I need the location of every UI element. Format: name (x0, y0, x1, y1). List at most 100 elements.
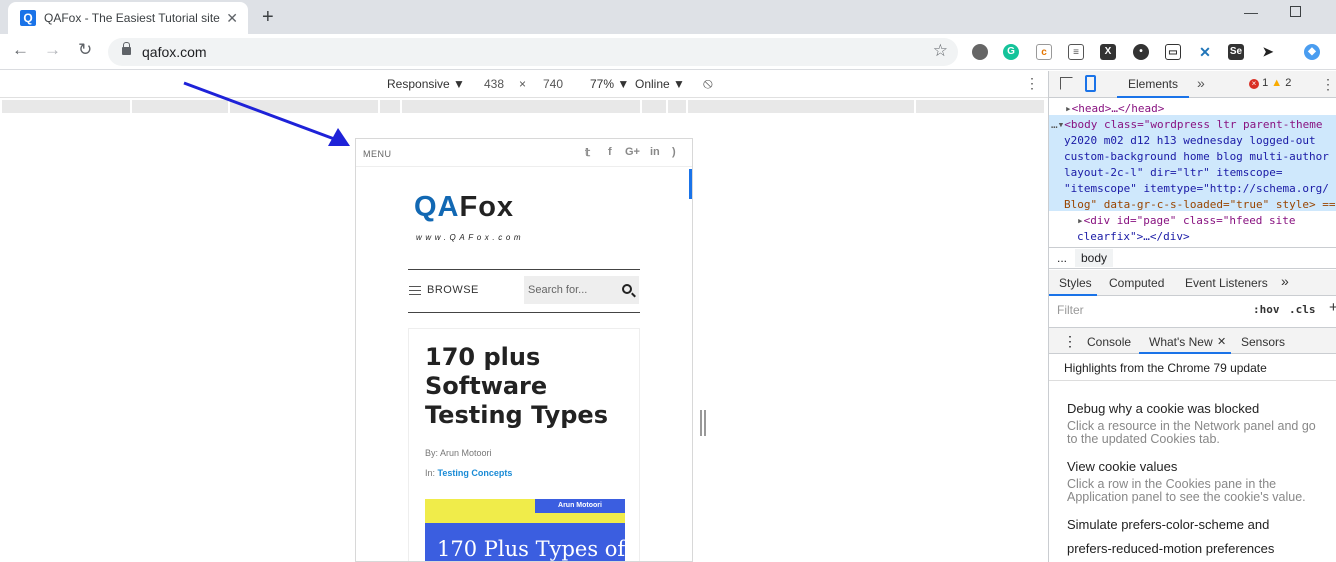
drawer-tab-bar: ⋮ Console What's New ✕ Sensors (1049, 327, 1336, 354)
dom-body-line: y2020 m02 d12 h13 wednesday logged-out (1064, 133, 1336, 149)
inspect-element-icon[interactable] (1060, 77, 1073, 90)
window-extension-icon[interactable]: ▭ (1165, 44, 1181, 60)
whats-new-item-title[interactable]: Debug why a cookie was blocked (1067, 401, 1259, 416)
post-title[interactable]: 170 plus Software Testing Types (425, 343, 635, 430)
google-plus-icon[interactable]: G+ (625, 146, 640, 158)
cls-toggle[interactable]: .cls (1289, 303, 1316, 316)
device-width-input[interactable]: 438 (484, 77, 504, 91)
bookmark-star-icon[interactable]: ☆ (933, 41, 948, 61)
zoom-select[interactable]: 77% ▼ (590, 77, 629, 91)
selenium-ide-icon[interactable]: Se (1228, 44, 1244, 60)
reload-icon[interactable]: ↻ (78, 40, 92, 60)
search-placeholder: Search for... (528, 284, 588, 296)
url-text[interactable]: qafox.com (142, 44, 207, 60)
site-top-bar: MENU 𝕥 f G+ in ) (356, 139, 692, 167)
menu-link[interactable]: MENU (363, 149, 392, 159)
tab-computed[interactable]: Computed (1109, 276, 1164, 290)
post-card: 170 plus Software Testing Types By: Arun… (408, 328, 640, 561)
rss-icon[interactable]: ) (672, 146, 676, 158)
document-icon[interactable]: ≡ (1068, 44, 1084, 60)
head-tag: <head>…</head> (1071, 102, 1165, 115)
back-arrow-icon[interactable]: ← (12, 40, 29, 60)
whats-new-item-title-cont: prefers-reduced-motion preferences (1067, 541, 1275, 556)
rotate-icon[interactable]: ⦸ (703, 75, 713, 92)
drawer-menu-icon[interactable]: ⋮ (1063, 333, 1077, 350)
browser-tab[interactable]: Q QAFox - The Easiest Tutorial site ✕ (8, 2, 248, 34)
ruler-segment[interactable] (2, 100, 132, 113)
dom-body-line: "itemscope" itemtype="http://schema.org/ (1064, 181, 1336, 197)
facebook-icon[interactable]: f (608, 146, 612, 158)
dot-extension-icon[interactable]: • (1133, 44, 1149, 60)
search-icon[interactable] (622, 284, 632, 294)
tab-styles[interactable]: Styles (1059, 276, 1092, 290)
grammarly-icon[interactable]: G (1003, 44, 1019, 60)
x-extension-icon[interactable]: X (1100, 44, 1116, 60)
div-line-text: <div id="page" class="hfeed site (1083, 214, 1296, 227)
new-style-rule-button[interactable]: + (1329, 299, 1336, 316)
breadcrumb-overflow[interactable]: ... (1057, 251, 1067, 265)
emulated-device-screen: MENU 𝕥 f G+ in ) QAFox www.QAFox.com BRO… (355, 138, 693, 562)
extension-circle-icon[interactable] (972, 44, 988, 60)
cross-extension-icon[interactable]: ✕ (1197, 44, 1213, 60)
dom-div-line: clearfix">…</div> (1077, 229, 1336, 245)
network-throttle-select[interactable]: Online ▼ (635, 77, 685, 91)
more-tabs-icon[interactable]: » (1197, 75, 1205, 91)
issues-counter[interactable]: × 1 ▲ 2 (1249, 77, 1291, 89)
minimize-icon[interactable]: — (1244, 4, 1258, 20)
device-toolbar-menu-icon[interactable]: ⋮ (1025, 75, 1039, 92)
dom-body-line: …▾<body class="wordpress ltr parent-them… (1051, 118, 1323, 131)
category-link[interactable]: Testing Concepts (438, 468, 513, 478)
profile-avatar-icon[interactable]: ◆ (1304, 44, 1320, 60)
body-line-text: "itemscope" itemtype="http://schema.org/ (1064, 182, 1329, 195)
new-tab-button[interactable]: + (262, 6, 274, 29)
tab-elements[interactable]: Elements (1117, 71, 1189, 98)
post-thumbnail[interactable]: Arun Motoori 170 Plus Types of (425, 499, 625, 561)
address-bar[interactable]: qafox.com ☆ (108, 38, 958, 66)
search-input[interactable]: Search for... (524, 276, 639, 304)
ruler-segment[interactable] (916, 100, 1046, 113)
ruler-segment[interactable] (402, 100, 642, 113)
ruler-segment[interactable] (688, 100, 916, 113)
extension-c-icon[interactable]: c (1036, 44, 1052, 60)
more-panes-icon[interactable]: » (1281, 273, 1289, 289)
lock-icon[interactable] (122, 42, 131, 55)
send-extension-icon[interactable]: ➤ (1260, 44, 1276, 60)
tab-console[interactable]: Console (1087, 335, 1131, 349)
devtools-tab-bar: Elements » × 1 ▲ 2 ⋮ (1049, 71, 1336, 98)
annotation-arrow (183, 81, 350, 146)
dom-body-node-selected[interactable]: …▾<body class="wordpress ltr parent-them… (1049, 115, 1336, 211)
browse-menu[interactable]: BROWSE (427, 284, 479, 296)
whats-new-item-title[interactable]: Simulate prefers-color-scheme and (1067, 517, 1269, 532)
tab-sensors[interactable]: Sensors (1241, 335, 1285, 349)
site-logo[interactable]: QAFox (414, 191, 514, 224)
warning-count: 2 (1285, 77, 1292, 89)
ruler-segment[interactable] (668, 100, 688, 113)
tab-title: QAFox - The Easiest Tutorial site (44, 11, 220, 25)
tab-whats-new[interactable]: What's New (1149, 335, 1213, 349)
linkedin-icon[interactable]: in (650, 146, 660, 158)
forward-arrow-icon[interactable]: → (44, 40, 61, 60)
dom-div-node[interactable]: ▸<div id="page" class="hfeed site (1077, 213, 1336, 229)
twitter-icon[interactable]: 𝕥 (585, 146, 590, 159)
device-mode-select[interactable]: Responsive ▼ (387, 77, 465, 91)
hamburger-icon[interactable] (409, 286, 421, 295)
dimension-separator: × (519, 77, 527, 91)
dom-body-line: Blog" data-gr-c-s-loaded="true" style> =… (1064, 197, 1336, 213)
close-whats-new-icon[interactable]: ✕ (1217, 335, 1226, 348)
device-toggle-icon[interactable] (1085, 75, 1096, 92)
ruler-segment[interactable] (642, 100, 668, 113)
device-height-input[interactable]: 740 (543, 77, 563, 91)
breadcrumb-item-body[interactable]: body (1075, 249, 1114, 267)
tab-event-listeners[interactable]: Event Listeners (1185, 276, 1268, 290)
restore-window-icon[interactable] (1290, 6, 1301, 17)
whats-new-item-title[interactable]: View cookie values (1067, 459, 1177, 474)
resize-handle[interactable] (700, 410, 706, 436)
browse-bar: BROWSE Search for... (408, 269, 640, 313)
devtools-menu-icon[interactable]: ⋮ (1321, 76, 1335, 93)
error-count: 1 (1262, 77, 1269, 89)
ruler-segment[interactable] (380, 100, 402, 113)
hov-toggle[interactable]: :hov (1253, 303, 1280, 316)
styles-filter-input[interactable]: Filter (1055, 300, 1243, 320)
close-tab-icon[interactable]: ✕ (226, 10, 238, 27)
warning-icon: ▲ (1271, 77, 1283, 89)
